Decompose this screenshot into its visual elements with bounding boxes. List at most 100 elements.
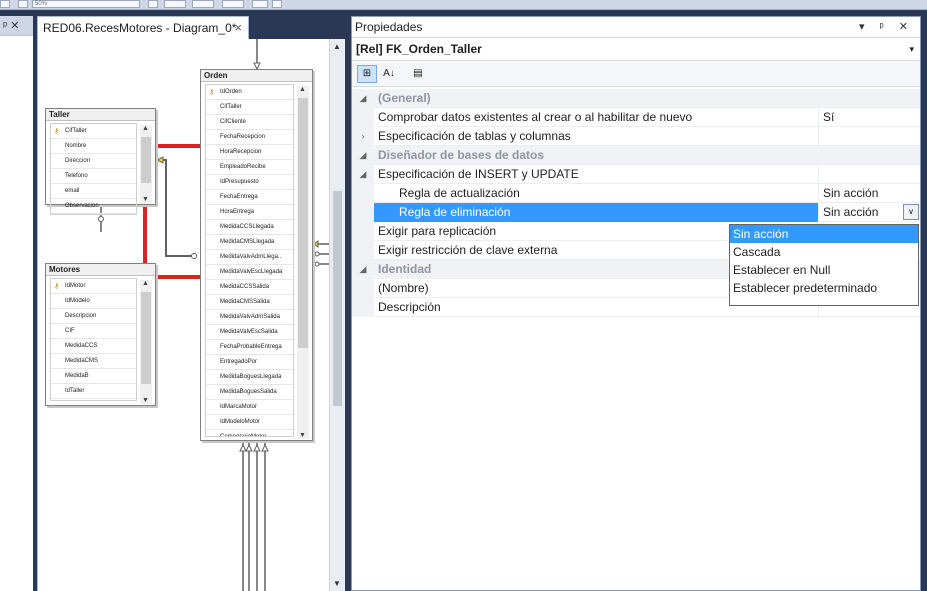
property-pages-icon[interactable]: ▤ — [408, 65, 428, 83]
toolbar-button[interactable] — [164, 0, 186, 8]
column-row[interactable]: FechaProbableEntrega — [206, 340, 293, 355]
diagram-vertical-scrollbar[interactable]: ▲ ▼ — [329, 39, 345, 591]
column-row[interactable]: HoraRecepcion — [206, 145, 293, 160]
column-row[interactable]: CIF — [51, 324, 136, 339]
table-title: Taller — [46, 109, 155, 121]
column-row[interactable]: IdTaller — [51, 384, 136, 399]
column-row[interactable]: MedidaCMSLlegada — [206, 235, 293, 250]
chevron-down-icon[interactable]: ▾ — [909, 38, 914, 60]
table-title: Orden — [201, 70, 312, 82]
toolbar-button[interactable] — [272, 0, 282, 8]
delete-rule-dropdown-list[interactable]: Sin acción Cascada Establecer en Null Estab… — [729, 224, 919, 306]
property-category[interactable]: ◢ (General) — [352, 89, 920, 108]
property-value[interactable]: Sin acción — [818, 184, 920, 203]
column-row[interactable]: EntregadoPor — [206, 355, 293, 370]
table-taller[interactable]: Taller ⚷ CifTaller Nombre Direccion Telefono… — [45, 108, 156, 215]
column-row[interactable]: ComentarioMotor — [206, 430, 293, 436]
column-row[interactable]: HoraEntrega — [206, 205, 293, 220]
chevron-down-icon[interactable]: ∨ — [903, 204, 919, 220]
zoom-combo[interactable]: 50% — [32, 0, 140, 8]
left-panel-header[interactable]: ᵖ ✕ — [0, 16, 33, 36]
toolbar-button[interactable] — [0, 0, 10, 8]
property-name: Regla de eliminación — [374, 203, 818, 222]
column-row[interactable]: MedidaValvAdmLlega.. — [206, 250, 293, 265]
alphabetical-icon[interactable]: A↓ — [379, 65, 399, 83]
column-row[interactable]: MedidaCCSSalida — [206, 280, 293, 295]
database-diagram-canvas[interactable]: Taller ⚷ CifTaller Nombre Direccion Telefono… — [37, 39, 345, 591]
toolbar-button[interactable] — [252, 0, 268, 8]
panel-controls[interactable]: ▾ ᵖ ✕ — [859, 17, 914, 38]
table-orden[interactable]: Orden ⚷ IdOrden CifTaller CifCliente FechaRe… — [200, 69, 313, 441]
column-row[interactable]: FechaEntrega — [206, 190, 293, 205]
toolbar-button[interactable] — [148, 0, 158, 8]
expand-icon[interactable]: › — [352, 127, 374, 146]
column-row[interactable]: MedidaCCS — [51, 339, 136, 354]
column-row[interactable]: Observacion — [51, 199, 136, 214]
table-scrollbar[interactable]: ▲ ▼ — [140, 280, 152, 404]
column-row[interactable]: MedidaValvAdmSalida — [206, 310, 293, 325]
properties-toolbar: ⊞ A↓ ▤ — [352, 61, 920, 87]
column-name: MedidaCMSLlegada — [220, 239, 275, 245]
column-row[interactable]: ⚷ IdOrden — [206, 85, 293, 100]
column-row[interactable]: ⚷ IdMotor — [51, 279, 136, 294]
column-row[interactable]: email — [51, 184, 136, 199]
column-row[interactable]: MedidaVlvAdm — [51, 399, 136, 400]
collapse-icon[interactable]: ◢ — [352, 89, 374, 108]
column-name: CifTaller — [220, 104, 242, 110]
column-row[interactable]: IdPresupuesto — [206, 175, 293, 190]
property-name: Diseñador de bases de datos — [378, 148, 545, 162]
column-row[interactable]: EmpleadoRecibe — [206, 160, 293, 175]
column-row[interactable]: IdMarcaMotor — [206, 400, 293, 415]
document-tab[interactable]: RED06.RecesMotores - Diagram_0* × — [37, 16, 249, 39]
property-row[interactable]: › Especificación de tablas y columnas — [352, 127, 920, 146]
scrollbar-thumb[interactable] — [333, 191, 342, 406]
dropdown-option[interactable]: Establecer predeterminado — [730, 279, 918, 297]
column-row[interactable]: MedidaCMS — [51, 354, 136, 369]
toolbar-button[interactable] — [192, 0, 214, 8]
property-row[interactable]: Comprobar datos existentes al crear o al… — [352, 108, 920, 127]
column-row[interactable]: Direccion — [51, 154, 136, 169]
property-value[interactable]: Sí — [818, 108, 920, 127]
column-row[interactable]: IdModelo — [51, 294, 136, 309]
property-row[interactable]: Regla de eliminación Sin acción ∨ — [352, 203, 920, 222]
dropdown-option[interactable]: Establecer en Null — [730, 261, 918, 279]
column-row[interactable]: MedidaB — [51, 369, 136, 384]
dropdown-option[interactable]: Cascada — [730, 243, 918, 261]
column-row[interactable]: Telefono — [51, 169, 136, 184]
column-name: FechaProbableEntrega — [220, 344, 282, 350]
column-row[interactable]: Nombre — [51, 139, 136, 154]
property-category[interactable]: ◢ Diseñador de bases de datos — [352, 146, 920, 165]
column-row[interactable]: CifCliente — [206, 115, 293, 130]
column-name: Direccion — [65, 158, 91, 164]
pin-icon[interactable]: ᵖ ✕ — [3, 20, 19, 32]
property-row[interactable]: Regla de actualización Sin acción — [352, 184, 920, 203]
column-row[interactable]: MedidaBoguesSalida — [206, 385, 293, 400]
close-icon[interactable]: × — [234, 20, 242, 35]
column-row[interactable]: Descripcion — [51, 309, 136, 324]
property-value[interactable] — [818, 165, 920, 184]
column-row[interactable]: FechaRecepcion — [206, 130, 293, 145]
column-row[interactable]: ⚷ CifTaller — [51, 124, 136, 139]
object-selector[interactable]: [Rel] FK_Orden_Taller ▾ — [352, 38, 920, 61]
column-row[interactable]: MedidaValvEscSalida — [206, 325, 293, 340]
column-row[interactable]: CifTaller — [206, 100, 293, 115]
table-scrollbar[interactable]: ▲ ▼ — [140, 125, 152, 203]
toolbar-button[interactable] — [222, 0, 244, 8]
table-motores[interactable]: Motores ⚷ IdMotor IdModelo Descripcion CIF Me… — [45, 263, 156, 406]
categorized-icon[interactable]: ⊞ — [357, 65, 377, 83]
column-row[interactable]: IdModeloMotor — [206, 415, 293, 430]
collapse-icon[interactable]: ◢ — [352, 260, 374, 279]
property-value[interactable] — [818, 127, 920, 146]
table-scrollbar[interactable]: ▲ ▼ — [297, 86, 309, 439]
column-row[interactable]: MedidaValvEscLlegada — [206, 265, 293, 280]
collapse-icon[interactable]: ◢ — [352, 146, 374, 165]
property-row[interactable]: ◢ Especificación de INSERT y UPDATE — [352, 165, 920, 184]
column-row[interactable]: MedidaCMSSalida — [206, 295, 293, 310]
column-row[interactable]: MedidaCCSLlegada — [206, 220, 293, 235]
collapse-icon[interactable]: ◢ — [352, 165, 374, 184]
property-value[interactable]: Sin acción ∨ — [818, 203, 920, 222]
dropdown-option[interactable]: Sin acción — [730, 225, 918, 243]
toolbar-button[interactable] — [18, 0, 28, 8]
column-name: IdMotor — [65, 283, 86, 289]
column-row[interactable]: MedidaBoguesLlegada — [206, 370, 293, 385]
